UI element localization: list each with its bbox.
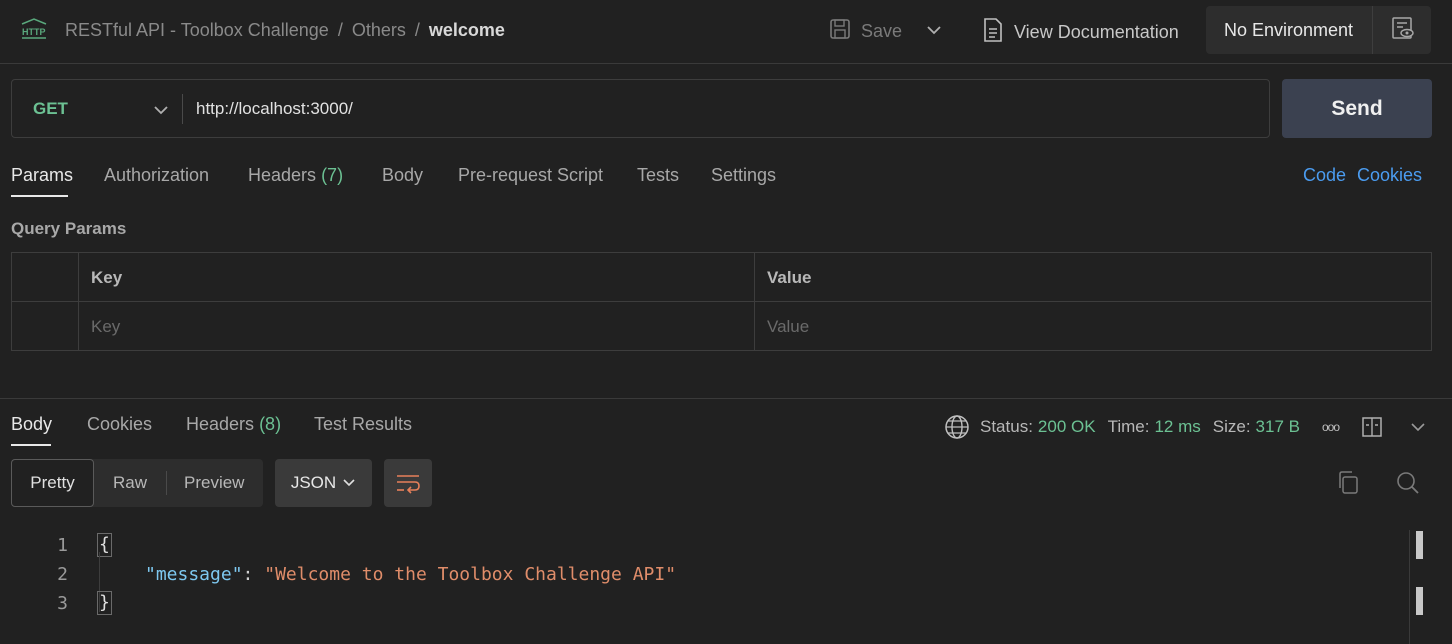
- response-tab-cookies[interactable]: Cookies: [87, 414, 152, 435]
- tab-headers-label: Headers: [248, 165, 317, 185]
- table-header-row: Key Value: [12, 253, 1431, 302]
- key-input[interactable]: Key: [91, 317, 120, 337]
- tab-body[interactable]: Body: [382, 165, 423, 186]
- format-label: JSON: [290, 473, 337, 492]
- breadcrumb-folder[interactable]: Others: [352, 20, 406, 41]
- chevron-down-icon: [342, 477, 356, 489]
- view-mode-group: Pretty Raw Preview: [11, 459, 263, 507]
- environment-label: No Environment: [1224, 19, 1354, 40]
- line-number: 3: [57, 593, 68, 614]
- svg-text:HTTP: HTTP: [22, 27, 46, 37]
- save-icon: [829, 18, 851, 45]
- value-input[interactable]: Value: [767, 317, 809, 337]
- split-layout-icon[interactable]: [1361, 416, 1383, 438]
- chevron-down-icon[interactable]: [924, 22, 944, 43]
- search-icon[interactable]: [1395, 470, 1421, 496]
- environment-eye-icon[interactable]: [1391, 16, 1415, 45]
- response-tab-headers-count: (8): [259, 414, 282, 434]
- scrollbar-track[interactable]: [1409, 530, 1410, 644]
- time-value[interactable]: 12 ms: [1154, 417, 1200, 437]
- size-value[interactable]: 317 B: [1256, 417, 1300, 437]
- json-key: "message": [145, 564, 243, 585]
- active-tab-indicator: [11, 195, 68, 197]
- query-params-table: Key Value Key Value: [11, 252, 1432, 351]
- tab-headers-count: (7): [321, 165, 344, 185]
- value-column-header: Value: [767, 268, 812, 287]
- query-params-title: Query Params: [11, 219, 127, 238]
- format-select[interactable]: JSON: [275, 459, 372, 507]
- time-label: Time:: [1107, 417, 1150, 436]
- top-bar: HTTP RESTful API - Toolbox Challenge / O…: [0, 0, 1452, 64]
- column-divider: [78, 253, 79, 350]
- save-label: Save: [861, 21, 903, 41]
- json-line: "message": "Welcome to the Toolbox Chall…: [145, 564, 676, 585]
- view-documentation-label: View Documentation: [1014, 22, 1179, 42]
- json-close-brace: }: [97, 591, 112, 615]
- chevron-down-icon[interactable]: [1409, 420, 1427, 434]
- raw-button[interactable]: Raw: [113, 473, 147, 493]
- pane-divider[interactable]: [0, 398, 1452, 399]
- code-link[interactable]: Code: [1303, 165, 1346, 186]
- globe-icon[interactable]: [944, 414, 970, 440]
- status-value[interactable]: 200 OK: [1038, 417, 1096, 437]
- more-icon[interactable]: ooo: [1322, 420, 1340, 434]
- table-row: Key Value: [12, 302, 1431, 351]
- tab-params[interactable]: Params: [11, 165, 73, 186]
- status-label: Status:: [980, 417, 1033, 436]
- divider: [1372, 6, 1373, 54]
- breadcrumb-separator: /: [414, 20, 420, 40]
- preview-button[interactable]: Preview: [184, 473, 244, 493]
- scrollbar-marker[interactable]: [1416, 531, 1423, 559]
- breadcrumb-separator: /: [337, 20, 343, 40]
- response-tab-headers[interactable]: Headers (8): [186, 414, 281, 435]
- key-column-header: Key: [91, 268, 123, 287]
- json-colon: :: [242, 564, 265, 585]
- active-tab-indicator: [11, 444, 51, 446]
- cookies-link[interactable]: Cookies: [1357, 165, 1422, 186]
- divider: [166, 471, 167, 495]
- scrollbar-marker[interactable]: [1416, 587, 1423, 615]
- url-input[interactable]: http://localhost:3000/: [196, 99, 353, 119]
- tab-prerequest-script[interactable]: Pre-request Script: [458, 165, 603, 186]
- line-number: 2: [57, 564, 68, 585]
- send-button[interactable]: Send: [1282, 79, 1432, 138]
- http-icon: HTTP: [20, 17, 48, 43]
- view-documentation-button[interactable]: View Documentation: [983, 17, 1179, 48]
- pretty-button[interactable]: Pretty: [11, 459, 94, 507]
- response-status-bar: Status: 200 OK Time: 12 ms Size: 317 B o…: [944, 414, 1427, 440]
- json-value: "Welcome to the Toolbox Challenge API": [264, 564, 677, 585]
- breadcrumb-request[interactable]: welcome: [429, 20, 505, 41]
- url-bar: GET http://localhost:3000/: [11, 79, 1270, 138]
- tab-tests[interactable]: Tests: [637, 165, 679, 186]
- divider: [182, 94, 183, 124]
- response-tab-body[interactable]: Body: [11, 414, 52, 435]
- wrap-lines-icon: [395, 472, 421, 494]
- wrap-lines-button[interactable]: [384, 459, 432, 507]
- response-tab-headers-label: Headers: [186, 414, 255, 434]
- copy-icon[interactable]: [1336, 470, 1360, 496]
- column-divider: [754, 253, 755, 350]
- breadcrumb: RESTful API - Toolbox Challenge / Others…: [65, 20, 505, 41]
- response-tab-test-results[interactable]: Test Results: [314, 414, 412, 435]
- tab-authorization[interactable]: Authorization: [104, 165, 209, 186]
- method-select[interactable]: GET: [33, 99, 68, 119]
- line-number: 1: [57, 535, 68, 556]
- breadcrumb-collection[interactable]: RESTful API - Toolbox Challenge: [65, 20, 329, 41]
- tab-headers[interactable]: Headers (7): [248, 165, 343, 186]
- tab-settings[interactable]: Settings: [711, 165, 776, 186]
- size-label: Size:: [1212, 417, 1251, 436]
- environment-selector[interactable]: No Environment: [1206, 6, 1431, 54]
- chevron-down-icon[interactable]: [153, 102, 169, 122]
- document-icon: [983, 17, 1003, 48]
- save-button[interactable]: Save: [829, 18, 902, 45]
